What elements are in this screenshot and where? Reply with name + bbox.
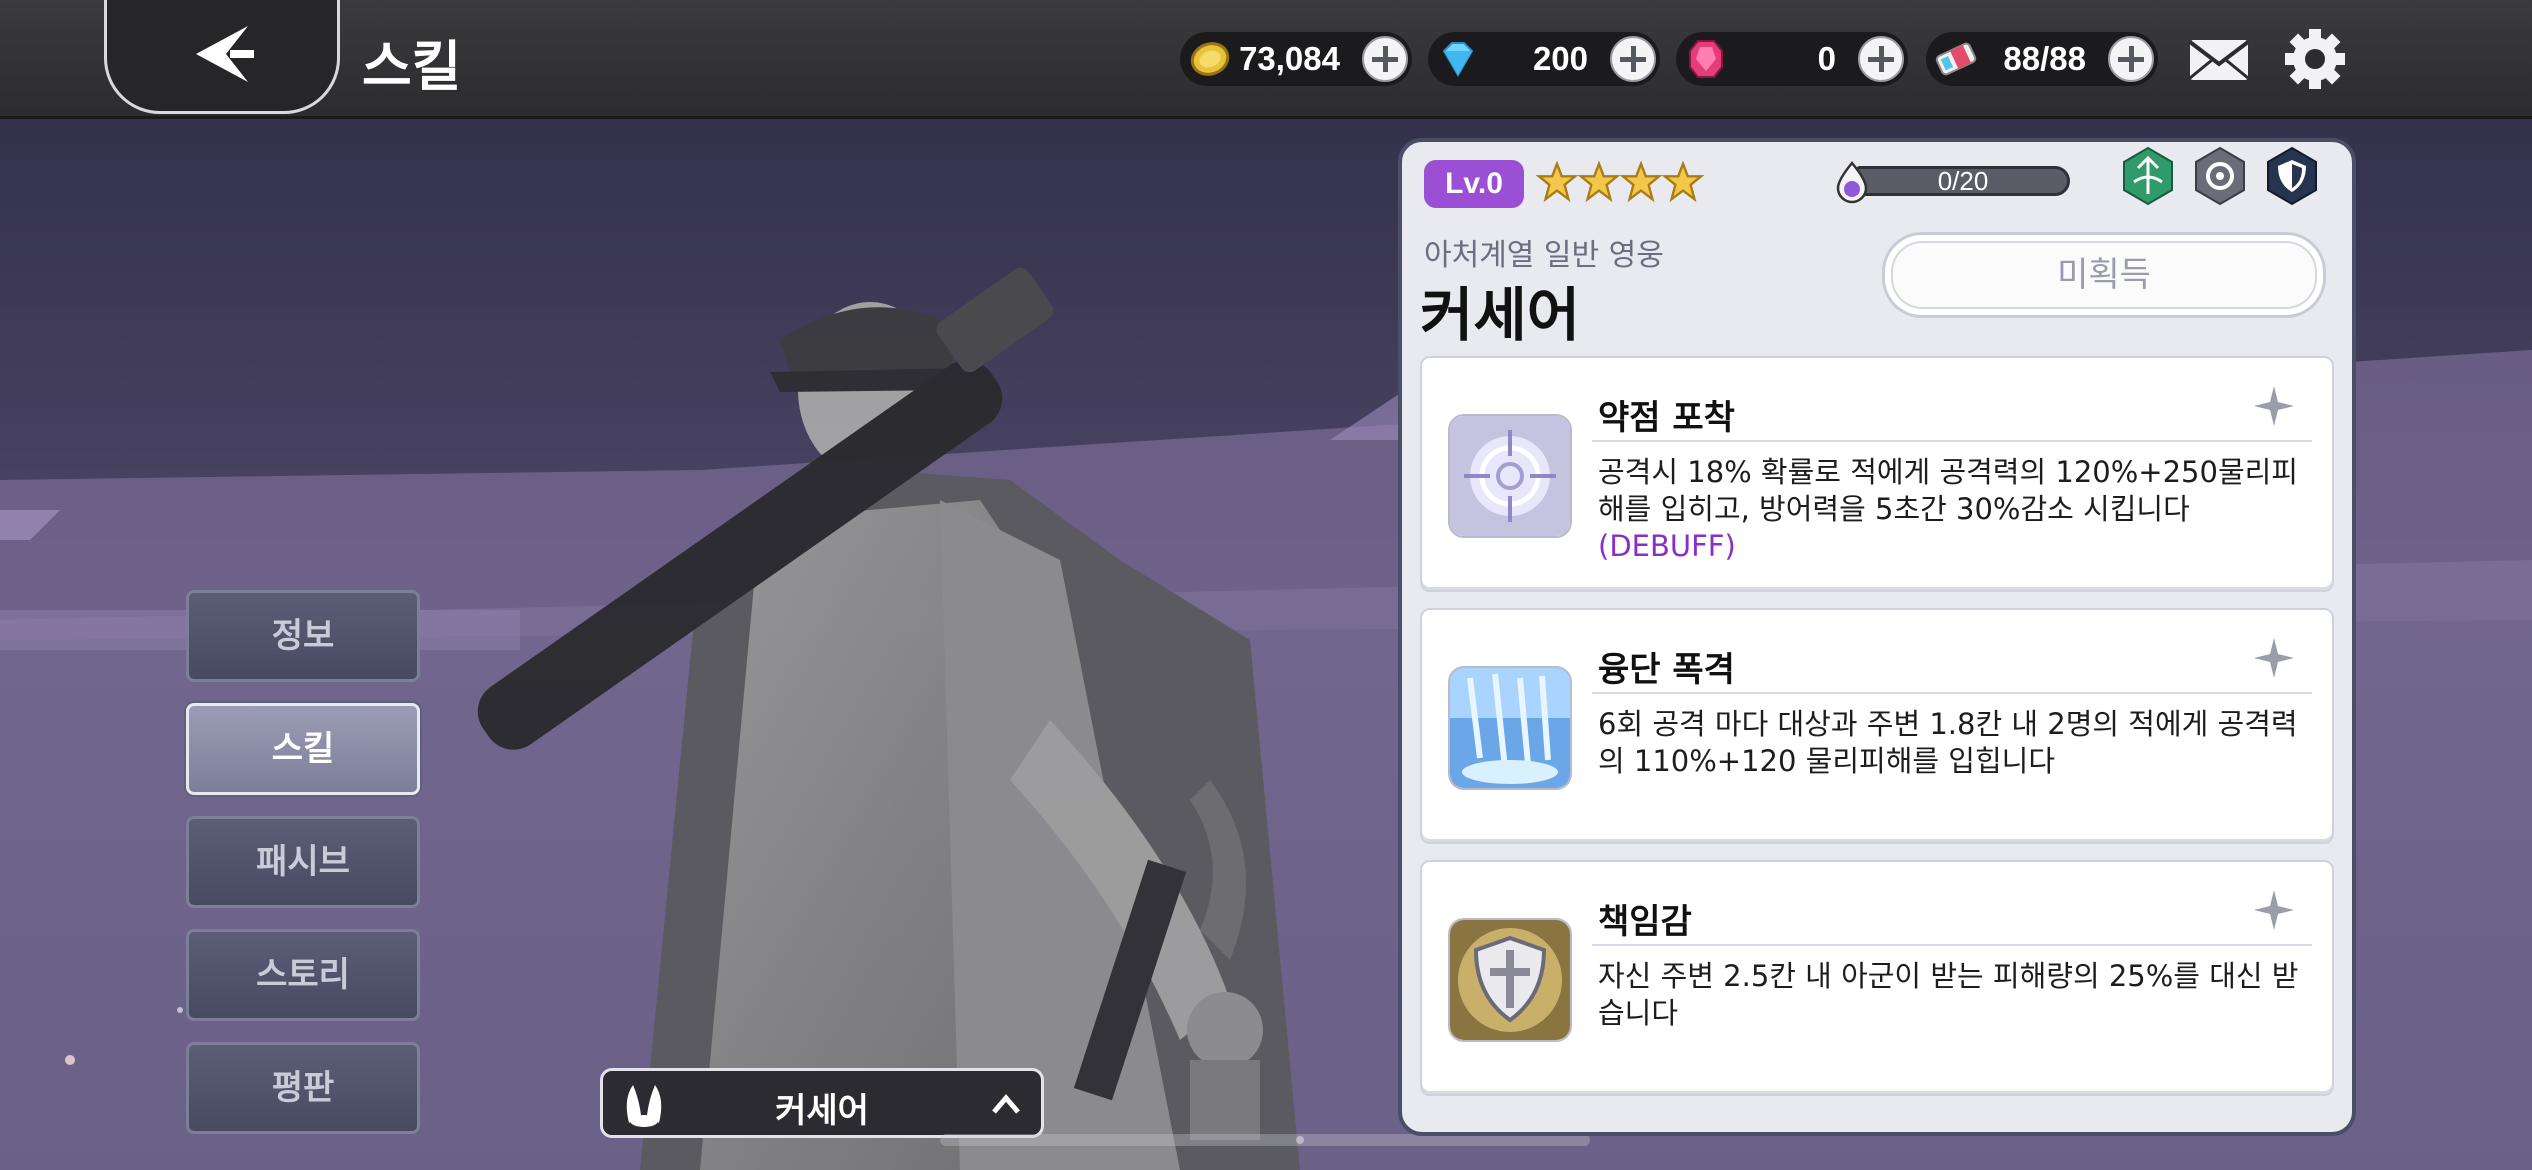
star-rating (1536, 160, 1704, 210)
ruby-gem-icon (1689, 40, 1723, 78)
menu-story-tab[interactable]: 스토리 (186, 929, 420, 1021)
gear-type-icon (2195, 146, 2245, 206)
four-point-star-icon (2254, 890, 2294, 930)
shield-role-icon (2267, 146, 2317, 206)
stamina-ticket-icon (1935, 42, 1977, 76)
skill-description-text: 공격시 18% 확률로 적에게 공격력의 120%+250물리피해를 입히고, … (1598, 455, 2298, 526)
star-icon (1578, 160, 1620, 203)
debuff-tag: (DEBUFF) (1598, 529, 1736, 563)
skill-divider (1592, 692, 2312, 694)
skill-description: 공격시 18% 확률로 적에게 공격력의 120%+250물리피해를 입히고, … (1598, 454, 2308, 565)
skill-name: 약점 포착 (1598, 398, 1735, 438)
skill-description: 6회 공격 마다 대상과 주변 1.8칸 내 2명의 적에게 공격력의 110%… (1598, 707, 2298, 778)
settings-gear-icon[interactable] (2282, 28, 2348, 90)
star-icon (1536, 160, 1578, 203)
archer-class-icon (2123, 146, 2173, 206)
acquire-button[interactable]: 미획득 (1882, 232, 2326, 318)
skill-card[interactable]: 융단 폭격 6회 공격 마다 대상과 주변 1.8칸 내 2명의 적에게 공격력… (1420, 608, 2334, 844)
skill-card[interactable]: 책임감 자신 주변 2.5칸 내 아군이 받는 피해량의 25%를 대신 받습니… (1420, 860, 2334, 1096)
crosshair-icon (1448, 414, 1572, 538)
hero-selector[interactable]: 커세어 (600, 1068, 1044, 1138)
skill-name: 책임감 (1598, 902, 1692, 942)
currency-ruby: 0 (1676, 32, 1908, 86)
skill-description: 자신 주변 2.5칸 내 아군이 받는 피해량의 25%를 대신 받습니다 (1598, 959, 2299, 1030)
page-title: 스킬 (362, 35, 462, 98)
currency-stamina-value: 88/88 (2003, 40, 2086, 77)
currency-diamond: 200 (1428, 32, 1660, 86)
hero-name: 커세어 (1420, 281, 1581, 349)
add-gold-button[interactable] (1362, 36, 1408, 82)
star-icon (1662, 160, 1704, 203)
star-icon (1620, 160, 1662, 203)
mail-icon[interactable] (2186, 28, 2252, 90)
add-diamond-button[interactable] (1610, 36, 1656, 82)
four-point-star-icon (2254, 638, 2294, 678)
add-stamina-button[interactable] (2108, 36, 2154, 82)
menu-reputation-tab[interactable]: 평판 (186, 1042, 420, 1134)
exp-text: 0/20 (1937, 166, 1989, 196)
gold-coin-icon (1190, 42, 1230, 76)
skill-name: 융단 폭격 (1598, 650, 1735, 690)
menu-passive-tab[interactable]: 패시브 (186, 816, 420, 908)
top-bar: 스킬 73,084 200 0 88/88 (0, 0, 2532, 119)
shield-icon (1448, 918, 1572, 1042)
currency-stamina: 88/88 (1926, 32, 2158, 86)
chevron-up-icon (992, 1094, 1020, 1114)
diamond-icon (1442, 42, 1474, 77)
four-point-star-icon (2254, 386, 2294, 426)
bombardment-icon (1448, 666, 1572, 790)
currency-ruby-value: 0 (1817, 40, 1836, 77)
level-badge: Lv.0 (1424, 160, 1524, 208)
hero-selector-name: 커세어 (775, 1091, 869, 1131)
add-ruby-button[interactable] (1858, 36, 1904, 82)
skill-card[interactable]: 약점 포착 공격시 18% 확률로 적에게 공격력의 120%+250물리피해를… (1420, 356, 2334, 592)
skill-divider (1592, 944, 2312, 946)
currency-gold-value: 73,084 (1239, 40, 1340, 77)
menu-info-tab[interactable]: 정보 (186, 590, 420, 682)
menu-skill-tab[interactable]: 스킬 (186, 703, 420, 795)
back-arrow-icon (196, 26, 254, 82)
back-button[interactable] (104, 0, 340, 114)
currency-gold: 73,084 (1180, 32, 1412, 86)
currency-diamond-value: 200 (1532, 40, 1588, 77)
hero-exp-gauge: 0/20 (1830, 160, 2070, 204)
skill-divider (1592, 440, 2312, 442)
